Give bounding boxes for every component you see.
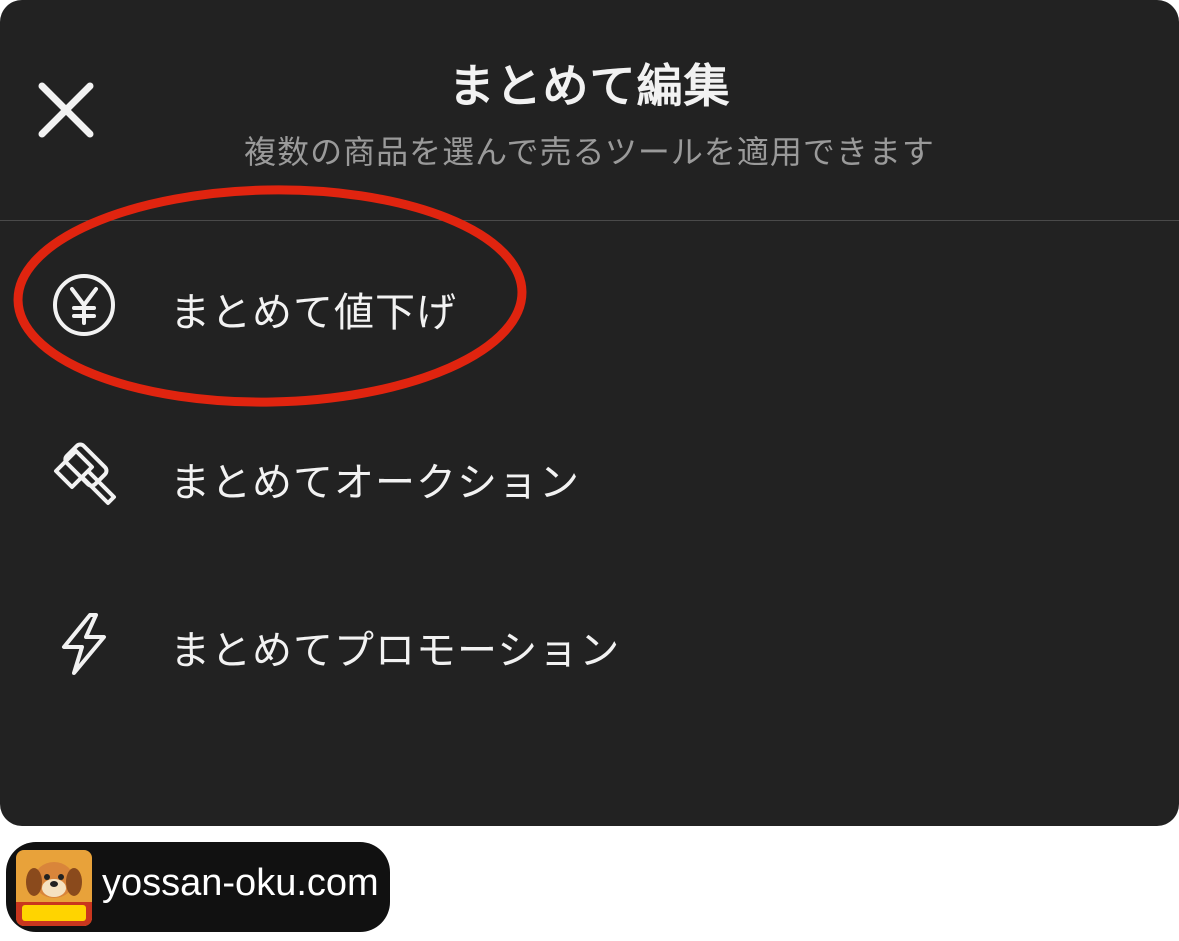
bulk-edit-sheet: まとめて編集 複数の商品を選んで売るツールを適用できます まとめて値下げ まとめ… <box>0 0 1179 826</box>
yen-circle-icon <box>53 274 115 336</box>
lightning-bolt-icon <box>62 613 106 675</box>
gavel-icon <box>54 442 116 505</box>
site-url: yossan-oku.com <box>102 862 379 904</box>
sheet-title: まとめて編集 <box>448 59 731 113</box>
menu-item-label: まとめて値下げ <box>170 290 457 336</box>
menu-item-bulk-price-drop[interactable]: まとめて値下げ <box>0 242 1179 362</box>
site-watermark: yossan-oku.com <box>6 842 390 932</box>
sheet-subtitle: 複数の商品を選んで売るツールを適用できます <box>244 133 935 171</box>
blog-logo <box>16 850 92 926</box>
menu-item-bulk-promotion[interactable]: まとめてプロモーション <box>0 580 1179 700</box>
header-divider <box>0 220 1179 221</box>
menu-item-bulk-auction[interactable]: まとめてオークション <box>0 412 1179 532</box>
menu-item-label: まとめてオークション <box>170 460 580 506</box>
menu-item-label: まとめてプロモーション <box>170 628 621 674</box>
